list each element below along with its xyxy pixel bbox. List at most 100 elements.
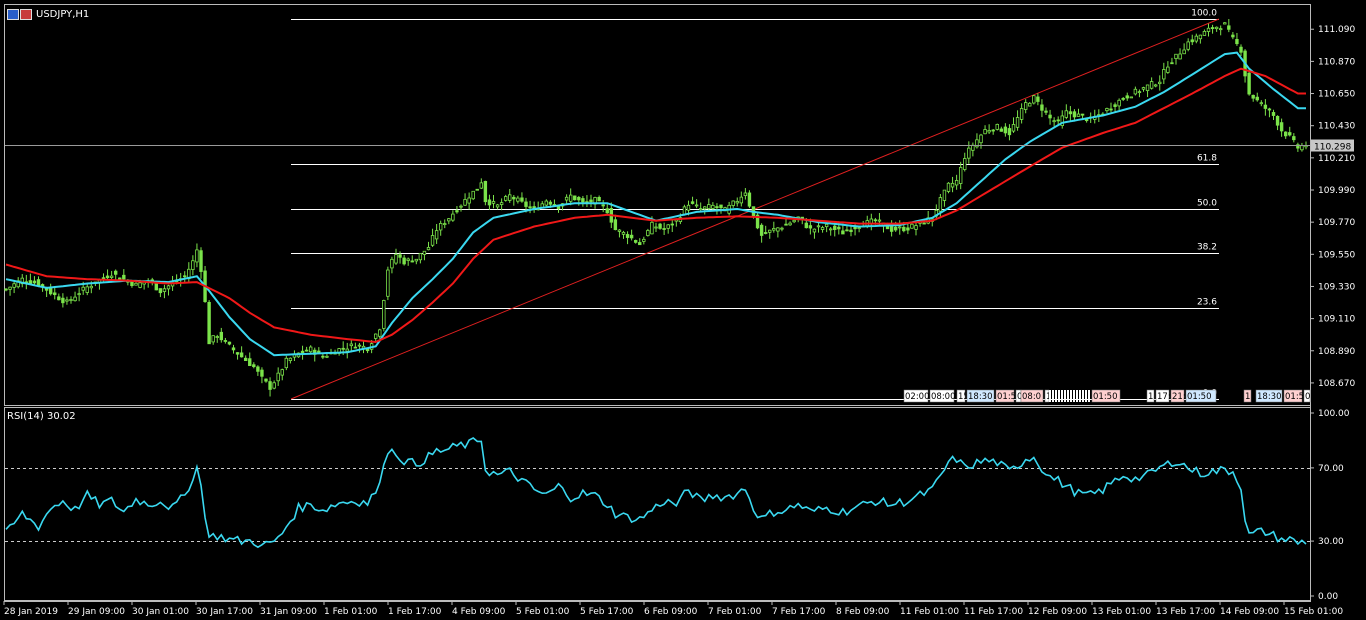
- candle-body: [999, 128, 1004, 132]
- candle-body: [942, 189, 947, 201]
- session-marker-label: 21:: [1172, 392, 1186, 402]
- candle-body: [638, 242, 642, 246]
- candle-body: [280, 369, 284, 376]
- candle-body: [1068, 111, 1073, 115]
- candle-body: [378, 329, 382, 337]
- candle-body: [711, 204, 715, 209]
- candle-body: [53, 292, 57, 296]
- session-tick-marker: [1055, 390, 1057, 402]
- candle-body: [792, 219, 796, 223]
- candle-body: [36, 279, 41, 286]
- candle-body: [735, 201, 739, 204]
- candle-body: [239, 352, 244, 358]
- price-tick-label: 109.550: [1318, 250, 1355, 260]
- candle-body: [1072, 111, 1077, 118]
- candle-body: [1113, 104, 1117, 107]
- candle-body: [422, 250, 427, 255]
- candle-body: [345, 348, 349, 352]
- time-tick-label: 11 Feb 01:00: [900, 607, 959, 617]
- candle-body: [1105, 108, 1109, 112]
- candle-body: [1040, 104, 1044, 111]
- candle-body: [4, 288, 8, 291]
- candle-body: [1117, 99, 1121, 107]
- candle-body: [601, 204, 605, 207]
- candle-body: [938, 197, 943, 212]
- candle-body: [568, 194, 573, 202]
- candle-body: [642, 238, 646, 242]
- candle-body: [215, 336, 219, 338]
- fib-level-label: 50.0: [1197, 199, 1217, 209]
- session-tick-marker: [1076, 390, 1078, 402]
- candle-body: [1076, 113, 1081, 117]
- candle-body: [373, 333, 378, 339]
- candle-body: [1028, 102, 1032, 107]
- time-tick-label: 5 Feb 01:00: [516, 607, 570, 617]
- candle-body: [1239, 46, 1243, 53]
- session-tick-marker: [1088, 390, 1090, 402]
- candle-body: [1056, 119, 1060, 122]
- candle-body: [1182, 49, 1186, 55]
- candle-body: [304, 349, 309, 352]
- chart-canvas[interactable]: 100.061.850.038.223.60.0 110.298 111.090…: [0, 0, 1366, 620]
- price-tick-label: 108.670: [1318, 379, 1355, 389]
- candle-body: [1137, 91, 1142, 94]
- candle-body: [1235, 39, 1239, 45]
- candle-body: [857, 227, 861, 229]
- candle-body: [991, 129, 995, 132]
- candle-body: [544, 200, 549, 206]
- candle-body: [625, 234, 630, 238]
- candle-body: [219, 331, 224, 341]
- session-marker-label: 01:50: [1093, 392, 1118, 402]
- candle-body: [633, 240, 638, 243]
- candle-body: [1048, 114, 1052, 119]
- candle-body: [682, 206, 687, 215]
- candle-body: [130, 281, 134, 286]
- candle-body: [1263, 104, 1268, 109]
- candle-body: [629, 234, 634, 239]
- candle-body: [597, 197, 601, 202]
- candle-body: [349, 343, 354, 347]
- session-marker-label: 01:50: [1187, 392, 1212, 402]
- candle-body: [776, 227, 780, 232]
- candle-body: [113, 270, 118, 275]
- candle-body: [487, 199, 492, 206]
- candle-body: [69, 299, 73, 301]
- session-tick-marker: [1082, 390, 1084, 402]
- candle-body: [784, 223, 788, 226]
- candle-body: [662, 228, 666, 230]
- candle-body: [1292, 136, 1296, 141]
- price-tick-label: 109.990: [1318, 186, 1355, 196]
- chart-title: USDJPY,H1: [7, 9, 89, 20]
- time-tick-label: 31 Jan 09:00: [260, 607, 317, 617]
- candle-body: [828, 228, 833, 231]
- candle-body: [747, 192, 752, 207]
- time-tick-label: 1 Feb 01:00: [324, 607, 378, 617]
- time-tick-label: 30 Jan 01:00: [132, 607, 189, 617]
- rsi-tick-label: 70.00: [1318, 464, 1344, 474]
- candle-body: [430, 235, 435, 246]
- candle-body: [1141, 87, 1146, 90]
- candle-body: [954, 180, 959, 186]
- candle-body: [995, 123, 999, 130]
- time-tick-label: 11 Feb 17:00: [964, 607, 1023, 617]
- candle-body: [1145, 84, 1150, 92]
- time-tick-label: 13 Feb 01:00: [1092, 607, 1151, 617]
- session-marker-label: 1: [1148, 392, 1153, 402]
- session-tick-marker: [1061, 390, 1063, 402]
- candle-body: [1064, 110, 1069, 118]
- candle-body: [463, 199, 467, 206]
- candle-body: [28, 280, 33, 284]
- candle-body: [971, 144, 975, 151]
- candle-body: [1186, 41, 1190, 50]
- candle-body: [516, 197, 520, 202]
- candle-body: [573, 195, 577, 201]
- time-tick-label: 8 Feb 09:00: [836, 607, 890, 617]
- candle-body: [272, 382, 276, 389]
- time-tick-label: 7 Feb 01:00: [708, 607, 762, 617]
- candle-body: [703, 206, 707, 210]
- candle-body: [406, 258, 410, 261]
- candle-body: [849, 229, 853, 233]
- candle-body: [1194, 35, 1199, 42]
- session-marker-label: 1: [1245, 392, 1250, 402]
- candle-body: [666, 224, 670, 229]
